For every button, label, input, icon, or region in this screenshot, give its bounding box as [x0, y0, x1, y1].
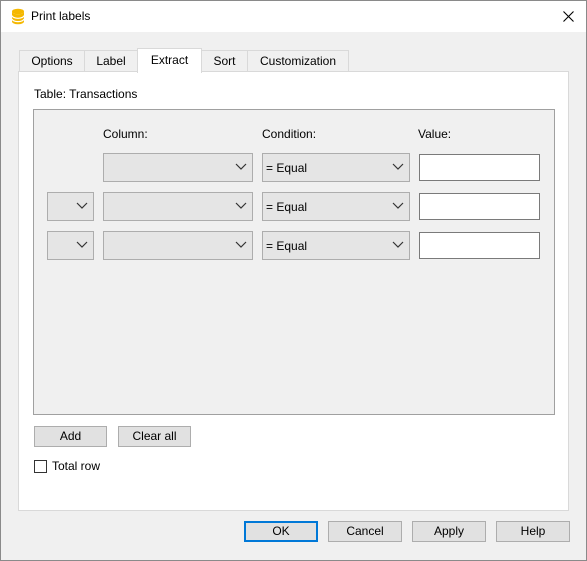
database-app-icon	[11, 8, 25, 25]
window-title: Print labels	[31, 9, 91, 23]
extract-panel: Table: Transactions Column: Condition: V…	[18, 71, 569, 511]
value-input[interactable]	[419, 193, 540, 220]
add-button[interactable]: Add	[34, 426, 107, 447]
chevron-down-icon	[392, 202, 404, 209]
condition-select[interactable]: = Equal	[262, 153, 410, 182]
table-label: Table: Transactions	[34, 87, 138, 101]
tab-label-text: Sort	[213, 54, 236, 68]
operator-select[interactable]	[47, 192, 94, 221]
chevron-down-icon	[235, 163, 247, 170]
value-header: Value:	[418, 127, 452, 141]
tab-options[interactable]: Options	[19, 50, 85, 72]
tab-sort[interactable]: Sort	[201, 50, 248, 72]
total-row-label: Total row	[52, 459, 101, 473]
condition-select[interactable]: = Equal	[262, 231, 410, 260]
tab-customization[interactable]: Customization	[247, 50, 349, 72]
tab-label-text: Extract	[150, 53, 189, 67]
total-row-checkbox[interactable]	[34, 460, 47, 473]
cancel-button[interactable]: Cancel	[328, 521, 402, 542]
condition-header: Condition:	[262, 127, 317, 141]
column-select[interactable]	[103, 153, 253, 182]
condition-select[interactable]: = Equal	[262, 192, 410, 221]
chevron-down-icon	[76, 202, 88, 209]
print-labels-dialog: Print labels Options Label Extract Sort …	[0, 0, 587, 561]
tab-label[interactable]: Label	[84, 50, 138, 72]
title-bar: Print labels	[1, 1, 586, 32]
apply-button[interactable]: Apply	[412, 521, 486, 542]
filter-conditions-area: Column: Condition: Value: = Equal = Equa…	[33, 109, 555, 415]
condition-select-value: = Equal	[266, 161, 308, 175]
chevron-down-icon	[235, 202, 247, 209]
chevron-down-icon	[392, 163, 404, 170]
operator-select[interactable]	[47, 231, 94, 260]
close-button[interactable]	[556, 5, 580, 27]
condition-select-value: = Equal	[266, 239, 308, 253]
condition-select-value: = Equal	[266, 200, 308, 214]
tab-label-text: Customization	[259, 54, 337, 68]
chevron-down-icon	[235, 241, 247, 248]
tab-label-text: Label	[96, 54, 126, 68]
chevron-down-icon	[392, 241, 404, 248]
column-header: Column:	[103, 127, 148, 141]
chevron-down-icon	[76, 241, 88, 248]
close-icon	[562, 10, 574, 22]
column-select[interactable]	[103, 231, 253, 260]
column-select[interactable]	[103, 192, 253, 221]
value-input[interactable]	[419, 154, 540, 181]
ok-button[interactable]: OK	[244, 521, 318, 542]
clear-all-button[interactable]: Clear all	[118, 426, 191, 447]
tab-extract[interactable]: Extract	[137, 48, 202, 73]
help-button[interactable]: Help	[496, 521, 570, 542]
tab-label: Options	[31, 54, 73, 68]
value-input[interactable]	[419, 232, 540, 259]
